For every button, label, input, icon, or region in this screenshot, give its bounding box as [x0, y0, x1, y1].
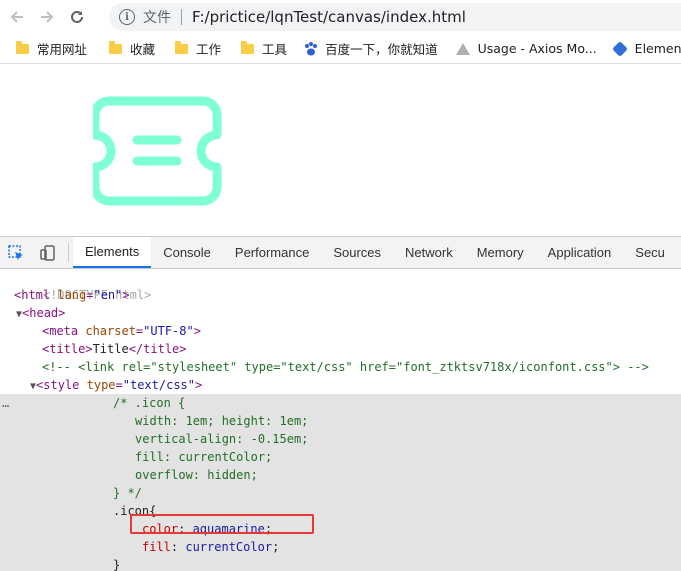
css-close-brace: }: [113, 558, 121, 571]
browser-toolbar: i 文件 F:/prictice/lqnTest/canvas/index.ht…: [0, 0, 681, 34]
tag-end: >: [122, 288, 130, 302]
dom-line[interactable]: <!DOCTYPE html>: [0, 268, 681, 302]
warning-icon: [455, 42, 470, 55]
attr-name: type: [79, 378, 116, 392]
css-text: /* .icon {: [113, 396, 186, 410]
bookmark-item[interactable]: Usage - Axios Mo...: [455, 41, 597, 56]
inspect-element-button[interactable]: [0, 237, 32, 268]
dom-line[interactable]: ▼<head>: [0, 304, 681, 322]
dom-line-selected[interactable]: … /* .icon {: [0, 394, 681, 412]
attr-name: lang: [50, 288, 87, 302]
tag-open: <html: [14, 288, 51, 302]
device-icon: [40, 244, 55, 261]
tag-end: >: [195, 378, 203, 392]
bookmark-label: 百度一下，你就知道: [325, 42, 438, 57]
css-value: currentColor: [185, 540, 273, 554]
comment-node: <!-- <link rel="stylesheet" type="text/c…: [42, 360, 649, 374]
scheme-label: 文件: [143, 10, 171, 26]
tag-open: <title>: [42, 342, 93, 356]
device-toolbar-button[interactable]: [32, 237, 64, 268]
arrow-left-icon: [10, 11, 23, 23]
tab-divider: [68, 243, 69, 262]
bookmark-label: Usage - Axios Mo...: [477, 41, 597, 56]
dom-line-selected[interactable]: .icon{: [0, 502, 681, 520]
tab-performance[interactable]: Performance: [223, 237, 321, 268]
annotation-highlight-box: [130, 514, 314, 534]
url-text[interactable]: F:/prictice/lqnTest/canvas/index.html: [192, 8, 466, 26]
css-text: vertical-align: -0.15em;: [135, 432, 309, 446]
bookmarks-bar: 常用网址 收藏 工作 工具 百度一下，你就知道 Usage - Axios Mo…: [0, 34, 681, 64]
ticket-icon: [93, 96, 222, 206]
bookmark-label: 收藏: [130, 42, 156, 57]
bookmark-label: 工作: [196, 42, 222, 57]
baidu-paw-icon: [305, 41, 318, 55]
back-button[interactable]: [4, 4, 30, 30]
tab-elements[interactable]: Elements: [73, 237, 152, 268]
devtools-tabbar: Elements Console Performance Sources Net…: [0, 236, 681, 269]
tag-end: >: [193, 324, 201, 338]
reload-icon: [71, 10, 83, 23]
tag-open: <meta: [42, 324, 79, 338]
info-icon[interactable]: i: [119, 9, 135, 25]
text-node: Title: [92, 342, 129, 356]
dom-line[interactable]: <meta charset="UTF-8">: [0, 322, 681, 340]
folder-icon: [16, 40, 29, 54]
page-viewport: [0, 64, 681, 236]
attr-value: "text/css": [122, 378, 195, 392]
tag-close: </title>: [128, 342, 187, 356]
dom-line-selected[interactable]: fill: currentColor;: [0, 538, 681, 556]
attr-value: "UTF-8": [143, 324, 194, 338]
tab-console[interactable]: Console: [151, 237, 223, 268]
element-logo-icon: [611, 40, 628, 57]
tab-network[interactable]: Network: [393, 237, 465, 268]
folder-icon: [109, 40, 123, 54]
dom-line-selected[interactable]: }: [0, 556, 681, 571]
reload-button[interactable]: [64, 4, 90, 30]
tab-memory[interactable]: Memory: [465, 237, 536, 268]
dom-line[interactable]: <title>Title</title>: [0, 340, 681, 358]
cursor-select-icon: [8, 244, 23, 260]
forward-button[interactable]: [34, 4, 60, 30]
dom-line[interactable]: <html lang="en">: [0, 286, 681, 304]
tab-security[interactable]: Secu: [623, 237, 677, 268]
tab-sources[interactable]: Sources: [321, 237, 393, 268]
tab-application[interactable]: Application: [536, 237, 624, 268]
dom-line-selected[interactable]: color: aquamarine;: [0, 520, 681, 538]
css-text: width: 1em; height: 1em;: [135, 414, 309, 428]
dom-line[interactable]: ▼<style type="text/css">: [0, 376, 681, 394]
folder-icon: [175, 40, 189, 54]
bookmark-label: 常用网址: [37, 42, 88, 57]
attr-value: "en": [93, 288, 123, 302]
omnibox-divider: [181, 9, 182, 25]
bookmark-item[interactable]: 工具: [241, 39, 287, 58]
attr-name: charset: [78, 324, 136, 338]
dom-line-selected[interactable]: } */: [0, 484, 681, 502]
colon: :: [170, 540, 186, 554]
bookmark-item[interactable]: 工作: [175, 39, 221, 58]
css-text: fill: currentColor;: [135, 450, 273, 464]
address-bar[interactable]: i 文件 F:/prictice/lqnTest/canvas/index.ht…: [109, 3, 681, 31]
bookmark-item[interactable]: 常用网址: [16, 39, 87, 58]
folder-icon: [241, 40, 255, 54]
tag-open: <style: [36, 378, 80, 392]
bookmark-label: Element - l: [634, 41, 681, 56]
dom-line-selected[interactable]: fill: currentColor;: [0, 448, 681, 466]
dom-line[interactable]: <!-- <link rel="stylesheet" type="text/c…: [0, 358, 681, 376]
dom-line-selected[interactable]: overflow: hidden;: [0, 466, 681, 484]
css-text: overflow: hidden;: [135, 468, 258, 482]
bookmark-label: 工具: [262, 42, 288, 57]
css-property: fill: [142, 540, 171, 554]
bookmark-item[interactable]: Element - l: [611, 40, 681, 57]
tag-open: <head>: [22, 306, 66, 320]
equals: =: [115, 378, 123, 392]
arrow-right-icon: [41, 11, 54, 23]
dom-line-selected[interactable]: vertical-align: -0.15em;: [0, 430, 681, 448]
css-text: } */: [113, 486, 142, 500]
semicolon: ;: [272, 540, 280, 554]
bookmark-item[interactable]: 百度一下，你就知道: [303, 39, 438, 58]
dom-line-selected[interactable]: width: 1em; height: 1em;: [0, 412, 681, 430]
more-ellipsis-icon[interactable]: …: [2, 394, 9, 412]
elements-dom-tree: <!DOCTYPE html> <html lang="en"> ▼<head>…: [0, 268, 681, 571]
bookmark-item[interactable]: 收藏: [109, 39, 155, 58]
